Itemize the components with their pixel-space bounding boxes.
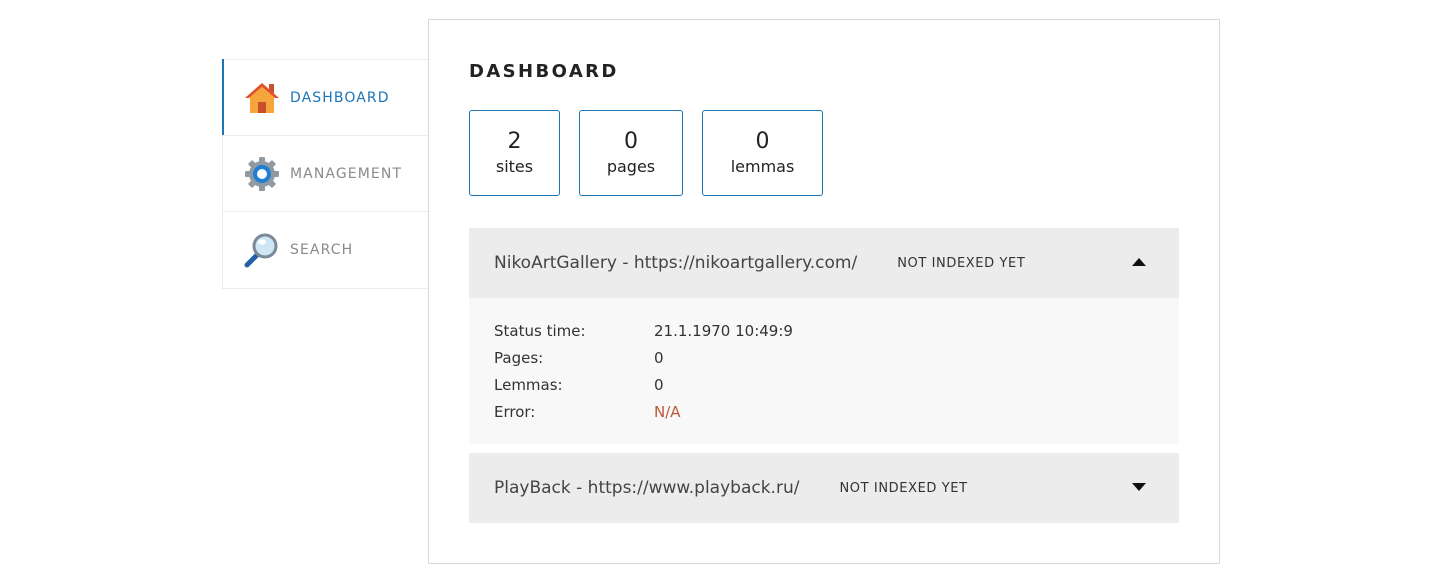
status-time-value: 21.1.1970 10:49:9 (654, 322, 793, 340)
stat-card-lemmas: 0 lemmas (702, 110, 823, 196)
status-badge: NOT INDEXED YET (839, 480, 968, 496)
detail-row: Lemmas: 0 (494, 372, 1154, 399)
site-item: NikoArtGallery - https://nikoartgallery.… (469, 228, 1179, 444)
house-icon (244, 80, 280, 116)
detail-label: Status time: (494, 322, 586, 340)
sidebar-item-label: SEARCH (290, 242, 354, 258)
stat-label: sites (495, 157, 534, 176)
detail-label: Error: (494, 403, 536, 421)
sidebar-item-label: MANAGEMENT (290, 165, 403, 182)
sidebar-item-dashboard[interactable]: DASHBOARD (222, 59, 429, 136)
pages-value: 0 (654, 349, 664, 367)
detail-label: Lemmas: (494, 376, 563, 394)
stat-value: 0 (755, 129, 770, 154)
error-value: N/A (654, 403, 681, 421)
site-name: NikoArtGallery - https://nikoartgallery.… (494, 253, 858, 273)
sidebar-nav: DASHBOARD MANAGEMENT SEARCH (222, 59, 429, 289)
detail-label: Pages: (494, 349, 544, 367)
status-badge: NOT INDEXED YET (897, 255, 1026, 271)
detail-row: Error: N/A (494, 399, 1154, 426)
dashboard-panel: DASHBOARD 2 sites 0 pages 0 lemmas NikoA… (428, 19, 1220, 564)
stat-value: 2 (507, 129, 522, 154)
stat-card-pages: 0 pages (579, 110, 683, 196)
stat-card-sites: 2 sites (469, 110, 560, 196)
stats-row: 2 sites 0 pages 0 lemmas (469, 110, 842, 196)
sidebar-item-management[interactable]: MANAGEMENT (223, 136, 429, 212)
chevron-up-icon[interactable] (1132, 258, 1146, 266)
stat-value: 0 (624, 129, 638, 154)
lemmas-value: 0 (654, 376, 664, 394)
site-name: PlayBack - https://www.playback.ru/ (494, 478, 800, 498)
site-item: PlayBack - https://www.playback.ru/ NOT … (469, 453, 1179, 523)
chevron-down-icon[interactable] (1132, 483, 1146, 491)
stat-label: pages (606, 157, 656, 176)
magnifier-icon (244, 232, 280, 268)
sidebar-item-label: DASHBOARD (290, 89, 390, 106)
stat-label: lemmas (730, 157, 795, 176)
site-header-toggle[interactable]: PlayBack - https://www.playback.ru/ NOT … (469, 453, 1179, 523)
sidebar-item-search[interactable]: SEARCH (223, 212, 429, 288)
site-details: Status time: 21.1.1970 10:49:9 Pages: 0 … (469, 298, 1179, 444)
site-header-toggle[interactable]: NikoArtGallery - https://nikoartgallery.… (469, 228, 1179, 298)
gear-icon (244, 156, 280, 192)
page-title: DASHBOARD (469, 61, 619, 82)
detail-row: Status time: 21.1.1970 10:49:9 (494, 318, 1154, 345)
detail-row: Pages: 0 (494, 345, 1154, 372)
